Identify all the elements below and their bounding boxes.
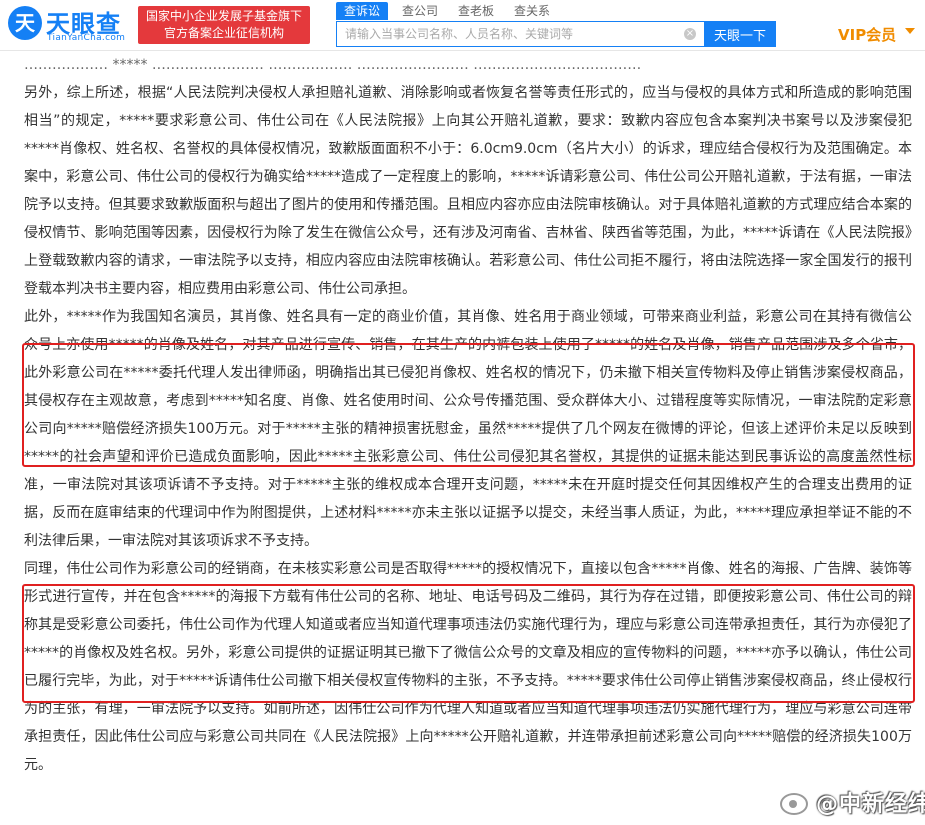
- tab-relation[interactable]: 查关系: [506, 2, 558, 20]
- slogan-line-2: 官方备案企业征信机构: [163, 26, 284, 40]
- paragraph-apology: 另外，综上所述，根据“人民法院判决侵权人承担赔礼道歉、消除影响或者恢复名誉等责任…: [24, 85, 912, 297]
- site-header: 天 天眼查 TianYanCha.com 国家中小企业发展子基金旗下 官方备案企…: [0, 0, 925, 51]
- tab-boss[interactable]: 查老板: [450, 2, 502, 20]
- clear-icon[interactable]: ×: [684, 28, 696, 40]
- search-input[interactable]: [337, 22, 677, 46]
- paragraph-peek: ……………… ***** …………………… ……………… …………………… ………: [24, 57, 642, 73]
- slogan-line-1: 国家中小企业发展子基金旗下: [145, 9, 302, 23]
- tab-lawsuit[interactable]: 查诉讼: [336, 2, 389, 20]
- slogan-badge: 国家中小企业发展子基金旗下 官方备案企业征信机构: [138, 6, 310, 44]
- paragraph-distributor: 同理，伟仕公司作为彩意公司的经销商，在未核实彩意公司是否取得*****的授权情况…: [24, 561, 912, 773]
- watermark-text: @中新经纬: [816, 792, 925, 817]
- logo-domain: TianYanCha.com: [47, 33, 126, 43]
- weibo-icon: [780, 793, 808, 815]
- search-button[interactable]: 天眼一下: [704, 21, 776, 47]
- paragraph-damages: 此外，*****作为我国知名演员，其肖像、姓名具有一定的商业价值，其肖像、姓名用…: [24, 309, 912, 549]
- judgment-text: ……………… ***** …………………… ……………… …………………… ………: [24, 51, 912, 825]
- chevron-down-icon[interactable]: [905, 28, 915, 34]
- logo-icon[interactable]: 天: [8, 6, 42, 40]
- search-box: ×: [336, 21, 704, 47]
- vip-member-link[interactable]: VIP会员: [838, 24, 896, 45]
- tab-company[interactable]: 查公司: [394, 2, 446, 20]
